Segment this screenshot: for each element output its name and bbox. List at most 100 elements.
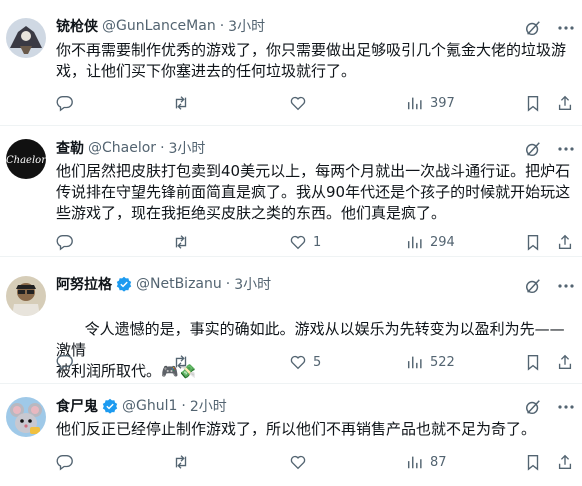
action-bar: 87 — [56, 452, 576, 472]
grok-icon[interactable] — [524, 277, 542, 295]
like-button[interactable] — [289, 452, 313, 472]
reply-tweet[interactable]: Chaelor 查勒 @Chaelor · 3小时 他们居然把皮肤打包卖到40美… — [0, 127, 582, 257]
user-handle[interactable]: @GunLanceMan — [102, 18, 216, 34]
like-icon — [290, 235, 306, 250]
views-icon — [407, 97, 422, 110]
share-button[interactable] — [556, 352, 574, 372]
bookmark-icon — [527, 96, 539, 112]
view-count: 397 — [430, 95, 455, 111]
like-button[interactable]: 1 — [289, 232, 321, 252]
bookmark-button[interactable] — [524, 232, 542, 252]
action-bar: 5 522 — [56, 352, 576, 372]
display-name[interactable]: 阿努拉格 — [56, 274, 112, 294]
verified-badge-icon — [116, 276, 132, 292]
tweet-text: 你不再需要制作优秀的游戏了，你只需要做出足够吸引几个氪金大佬的垃圾游 戏，让他们… — [56, 41, 567, 80]
bookmark-button[interactable] — [524, 352, 542, 372]
repost-button[interactable] — [172, 93, 196, 113]
reply-button[interactable] — [56, 352, 80, 372]
share-icon — [558, 354, 572, 369]
avatar-image: Chaelor — [6, 139, 46, 179]
views-icon — [407, 456, 422, 469]
reply-tweet[interactable]: 阿努拉格 @NetBizanu · 3小时 令人遗憾的是，事实的确如此。游戏从以… — [0, 258, 582, 384]
view-count: 294 — [430, 234, 455, 250]
tweet-header: 铳枪侠 @GunLanceMan · 3小时 — [56, 15, 265, 37]
reply-icon — [56, 235, 73, 251]
more-icon[interactable] — [556, 398, 576, 416]
avatar-logo-text: Chaelor — [6, 155, 46, 166]
repost-icon — [175, 455, 187, 469]
display-name[interactable]: 铳枪侠 — [56, 16, 98, 36]
more-icon[interactable] — [556, 140, 576, 158]
more-icon[interactable] — [556, 277, 576, 295]
reply-button[interactable] — [56, 232, 80, 252]
tweet-header: 查勒 @Chaelor · 3小时 — [56, 137, 205, 159]
avatar[interactable] — [6, 276, 46, 316]
timestamp[interactable]: 3小时 — [234, 274, 271, 294]
avatar-image — [6, 18, 46, 58]
bookmark-icon — [527, 455, 539, 471]
share-icon — [558, 95, 572, 110]
views-button[interactable]: 522 — [406, 352, 455, 372]
tweet-header: 阿努拉格 @NetBizanu · 3小时 — [56, 273, 271, 295]
share-button[interactable] — [556, 93, 574, 113]
like-icon — [290, 96, 306, 111]
views-button[interactable]: 87 — [406, 452, 447, 472]
bookmark-button[interactable] — [524, 452, 542, 472]
views-button[interactable]: 397 — [406, 93, 455, 113]
views-button[interactable]: 294 — [406, 232, 455, 252]
bookmark-icon — [527, 235, 539, 251]
timestamp[interactable]: 2小时 — [190, 396, 227, 416]
avatar[interactable]: Chaelor — [6, 139, 46, 179]
reply-button[interactable] — [56, 452, 80, 472]
bookmark-button[interactable] — [524, 93, 542, 113]
repost-button[interactable] — [172, 352, 196, 372]
share-icon — [558, 454, 572, 469]
like-button[interactable] — [289, 93, 313, 113]
more-icon[interactable] — [556, 19, 576, 37]
reply-tweet[interactable]: 食尸鬼 @Ghul1 · 2小时 他们反正已经停止制作游戏了，所以他们不再销售产… — [0, 385, 582, 486]
avatar-image — [6, 276, 46, 316]
repost-icon — [175, 235, 187, 249]
reply-button[interactable] — [56, 93, 80, 113]
avatar[interactable] — [6, 18, 46, 58]
user-handle[interactable]: @Ghul1 — [122, 398, 177, 414]
reply-feed: 铳枪侠 @GunLanceMan · 3小时 你不再需要制作优秀的游戏了，你只需… — [0, 0, 582, 486]
separator-dot: · — [181, 398, 186, 414]
like-count: 1 — [313, 234, 322, 250]
display-name[interactable]: 食尸鬼 — [56, 396, 98, 416]
repost-icon — [175, 355, 187, 369]
reply-icon — [56, 455, 73, 471]
reply-icon — [56, 355, 73, 371]
like-button[interactable]: 5 — [289, 352, 321, 372]
tweet-text: 他们反正已经停止制作游戏了，所以他们不再销售产品也就不足为奇了。 — [56, 420, 537, 438]
repost-button[interactable] — [172, 452, 196, 472]
share-icon — [558, 234, 572, 249]
grok-icon[interactable] — [524, 140, 542, 158]
grok-icon[interactable] — [524, 19, 542, 37]
action-bar: 1 294 — [56, 232, 576, 252]
user-handle[interactable]: @NetBizanu — [136, 276, 222, 292]
timestamp[interactable]: 3小时 — [228, 16, 265, 36]
separator-dot: · — [160, 140, 165, 156]
share-button[interactable] — [556, 232, 574, 252]
timestamp[interactable]: 3小时 — [169, 138, 206, 158]
share-button[interactable] — [556, 452, 574, 472]
view-count: 522 — [430, 354, 455, 370]
like-icon — [290, 455, 306, 470]
views-icon — [407, 356, 422, 369]
user-handle[interactable]: @Chaelor — [88, 140, 156, 156]
repost-button[interactable] — [172, 232, 196, 252]
view-count: 87 — [430, 454, 447, 470]
display-name[interactable]: 查勒 — [56, 138, 84, 158]
bookmark-icon — [527, 355, 539, 371]
views-icon — [407, 236, 422, 249]
avatar[interactable] — [6, 397, 46, 437]
reply-icon — [56, 96, 73, 112]
separator-dot: · — [225, 276, 231, 292]
reply-tweet[interactable]: 铳枪侠 @GunLanceMan · 3小时 你不再需要制作优秀的游戏了，你只需… — [0, 0, 582, 126]
separator-dot: · — [219, 18, 225, 34]
like-icon — [290, 355, 306, 370]
grok-icon[interactable] — [524, 398, 542, 416]
avatar-image — [6, 397, 46, 437]
tweet-header: 食尸鬼 @Ghul1 · 2小时 — [56, 395, 227, 417]
